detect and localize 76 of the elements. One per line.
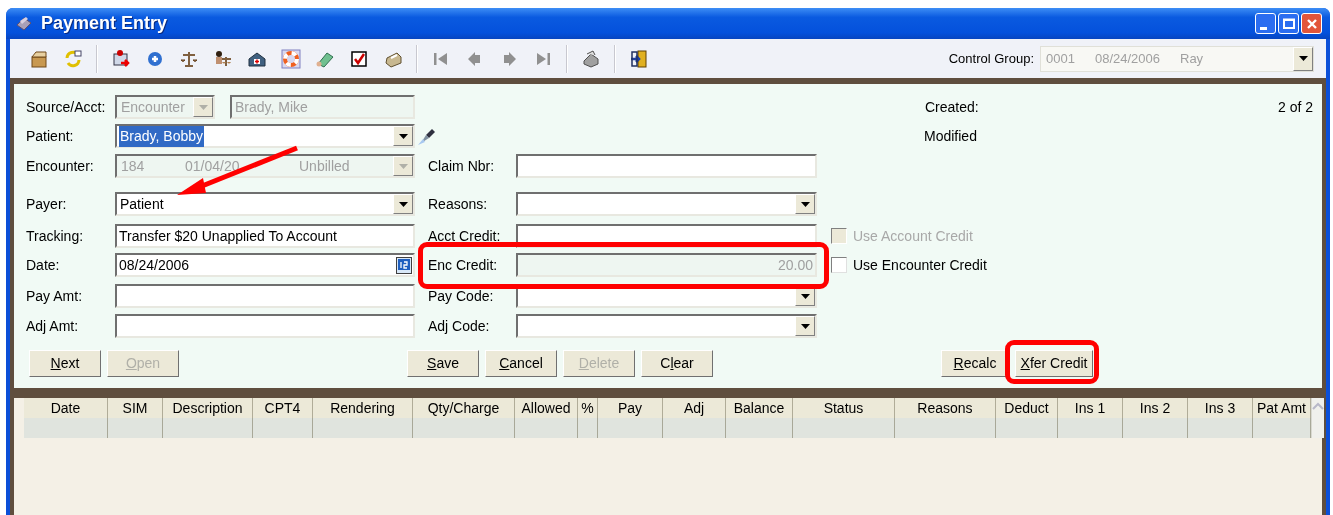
field-label: Adj Amt: bbox=[26, 316, 80, 336]
dropdown-button[interactable] bbox=[393, 194, 413, 214]
field-label: Claim Nbr: bbox=[428, 156, 496, 176]
caret-icon bbox=[398, 201, 408, 207]
caret-icon bbox=[800, 201, 810, 207]
action-button[interactable]: Cancel bbox=[485, 350, 557, 377]
box-icon bbox=[29, 48, 49, 69]
field-label: Patient: bbox=[26, 126, 75, 146]
field-label: Date: bbox=[26, 255, 61, 275]
action-button[interactable]: Next bbox=[29, 350, 101, 377]
close-button[interactable] bbox=[1301, 13, 1322, 34]
date-field[interactable]: 08/24/2006 bbox=[115, 253, 415, 277]
lifebuoy-icon bbox=[281, 48, 301, 69]
control-group-value: 0001 bbox=[1046, 49, 1075, 68]
info-label: Modified bbox=[924, 126, 978, 146]
caret-icon bbox=[398, 133, 408, 139]
caret-icon bbox=[198, 104, 208, 110]
control-group-value: Ray bbox=[1180, 49, 1204, 68]
field-label: Enc Credit: bbox=[428, 255, 499, 275]
dropdown-value: Unbilled bbox=[299, 157, 350, 174]
field-label: Pay Amt: bbox=[26, 286, 84, 306]
action-button[interactable]: Save bbox=[407, 350, 479, 377]
dropdown-value: Patient bbox=[120, 194, 164, 214]
action-button[interactable]: Clear bbox=[641, 350, 713, 377]
caret-icon bbox=[398, 163, 408, 169]
close-icon bbox=[1305, 17, 1318, 30]
dropdown-field[interactable] bbox=[516, 192, 817, 216]
info-label: Created: bbox=[925, 97, 980, 117]
minimize-icon bbox=[1260, 27, 1267, 30]
dropdown-button[interactable] bbox=[795, 194, 815, 214]
field-label: Adj Code: bbox=[428, 316, 491, 336]
record-counter: 2 of 2 bbox=[1277, 97, 1313, 117]
field-label: Source/Acct: bbox=[26, 97, 107, 117]
refresh-icon bbox=[63, 48, 83, 69]
caret-icon bbox=[1298, 56, 1308, 61]
field-label: Pay Code: bbox=[428, 286, 495, 306]
dropdown-value: 184 bbox=[121, 157, 145, 174]
dropdown-value: 01/04/20 bbox=[185, 157, 240, 174]
scrollbar[interactable] bbox=[1311, 398, 1324, 438]
window-title: Payment Entry bbox=[41, 12, 168, 35]
lifebuoy-button[interactable] bbox=[279, 46, 303, 71]
dropdown-field[interactable]: Brady, Bobby bbox=[115, 124, 415, 148]
text-field[interactable] bbox=[115, 314, 415, 338]
field-label: Encounter: bbox=[26, 156, 95, 176]
control-group-label: Control Group: bbox=[948, 49, 1034, 68]
field-label: Reasons: bbox=[428, 194, 489, 214]
dropdown-button[interactable] bbox=[795, 316, 815, 336]
window-icon bbox=[14, 14, 34, 33]
maximize-button[interactable] bbox=[1278, 13, 1299, 34]
checkbox-label: Use Encounter Credit bbox=[853, 255, 987, 275]
dropdown-field[interactable]: Patient bbox=[115, 192, 415, 216]
checkbox[interactable] bbox=[831, 257, 847, 273]
field-label: Acct Credit: bbox=[428, 226, 502, 246]
text-field[interactable] bbox=[516, 154, 817, 178]
dropdown-value: Brady, Bobby bbox=[119, 125, 204, 147]
maximize-icon bbox=[1282, 18, 1295, 29]
minimize-button[interactable] bbox=[1255, 13, 1276, 34]
date-value: 08/24/2006 bbox=[119, 255, 190, 275]
checklist-icon bbox=[349, 48, 369, 69]
field-label: Tracking: bbox=[26, 226, 85, 246]
control-group-value: 08/24/2006 bbox=[1094, 49, 1160, 68]
flashlight-icon[interactable] bbox=[417, 126, 437, 146]
calendar-icon[interactable] bbox=[396, 256, 412, 274]
checkbox-label: Use Account Credit bbox=[853, 226, 973, 246]
dropdown-field[interactable] bbox=[516, 314, 817, 338]
exit-door-icon bbox=[629, 48, 649, 69]
dropdown-value: Encounter bbox=[121, 97, 185, 117]
dropdown-button[interactable] bbox=[393, 126, 413, 146]
text-field[interactable]: Transfer $20 Unapplied To Account bbox=[115, 224, 415, 248]
building-arrow-icon bbox=[111, 48, 131, 69]
caret-icon bbox=[800, 293, 810, 299]
action-button[interactable]: Xfer Credit bbox=[1015, 350, 1093, 377]
person-scales-icon bbox=[213, 48, 233, 69]
text-field[interactable] bbox=[115, 284, 415, 308]
field-label: Payer: bbox=[26, 194, 68, 214]
caret-icon bbox=[800, 323, 810, 329]
